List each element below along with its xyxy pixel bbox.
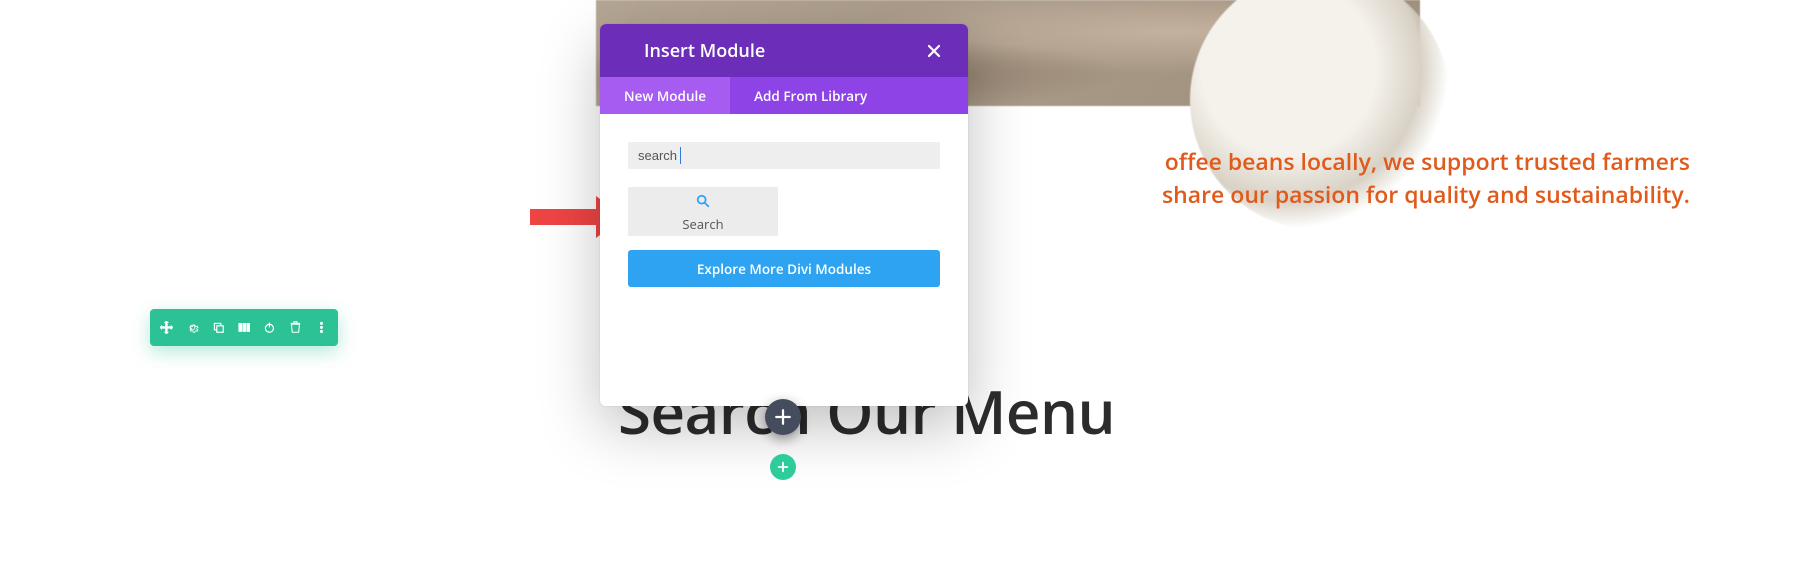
- insert-module-modal: Insert Module New Module Add From Librar…: [600, 24, 968, 406]
- tab-new-module[interactable]: New Module: [600, 77, 730, 114]
- add-section-button[interactable]: [765, 399, 801, 435]
- module-search-input[interactable]: [628, 142, 940, 169]
- hero-caption: offee beans locally, we support trusted …: [968, 145, 1800, 212]
- modal-header: Insert Module: [600, 24, 968, 77]
- duplicate-icon[interactable]: [212, 321, 225, 335]
- add-row-button[interactable]: [770, 454, 796, 480]
- tab-add-from-library[interactable]: Add From Library: [730, 77, 891, 114]
- close-icon[interactable]: [922, 36, 946, 66]
- move-icon[interactable]: [160, 321, 173, 335]
- text-caret: [680, 147, 681, 164]
- modal-title: Insert Module: [644, 39, 765, 63]
- search-icon: [696, 191, 710, 213]
- section-toolbar: [150, 309, 338, 346]
- modal-body: Search: [600, 114, 968, 236]
- more-icon[interactable]: [315, 321, 328, 335]
- search-wrap: [628, 142, 940, 169]
- explore-modules-button[interactable]: Explore More Divi Modules: [628, 250, 940, 287]
- modal-tabs: New Module Add From Library: [600, 77, 968, 114]
- hero-caption-line1: offee beans locally, we support trusted …: [968, 145, 1690, 178]
- columns-icon[interactable]: [238, 321, 251, 335]
- trash-icon[interactable]: [289, 321, 302, 335]
- gear-icon[interactable]: [186, 321, 199, 335]
- power-icon[interactable]: [263, 321, 276, 335]
- hero-caption-line2: share our passion for quality and sustai…: [968, 178, 1690, 211]
- module-result-label: Search: [682, 215, 723, 233]
- module-result-search[interactable]: Search: [628, 187, 778, 236]
